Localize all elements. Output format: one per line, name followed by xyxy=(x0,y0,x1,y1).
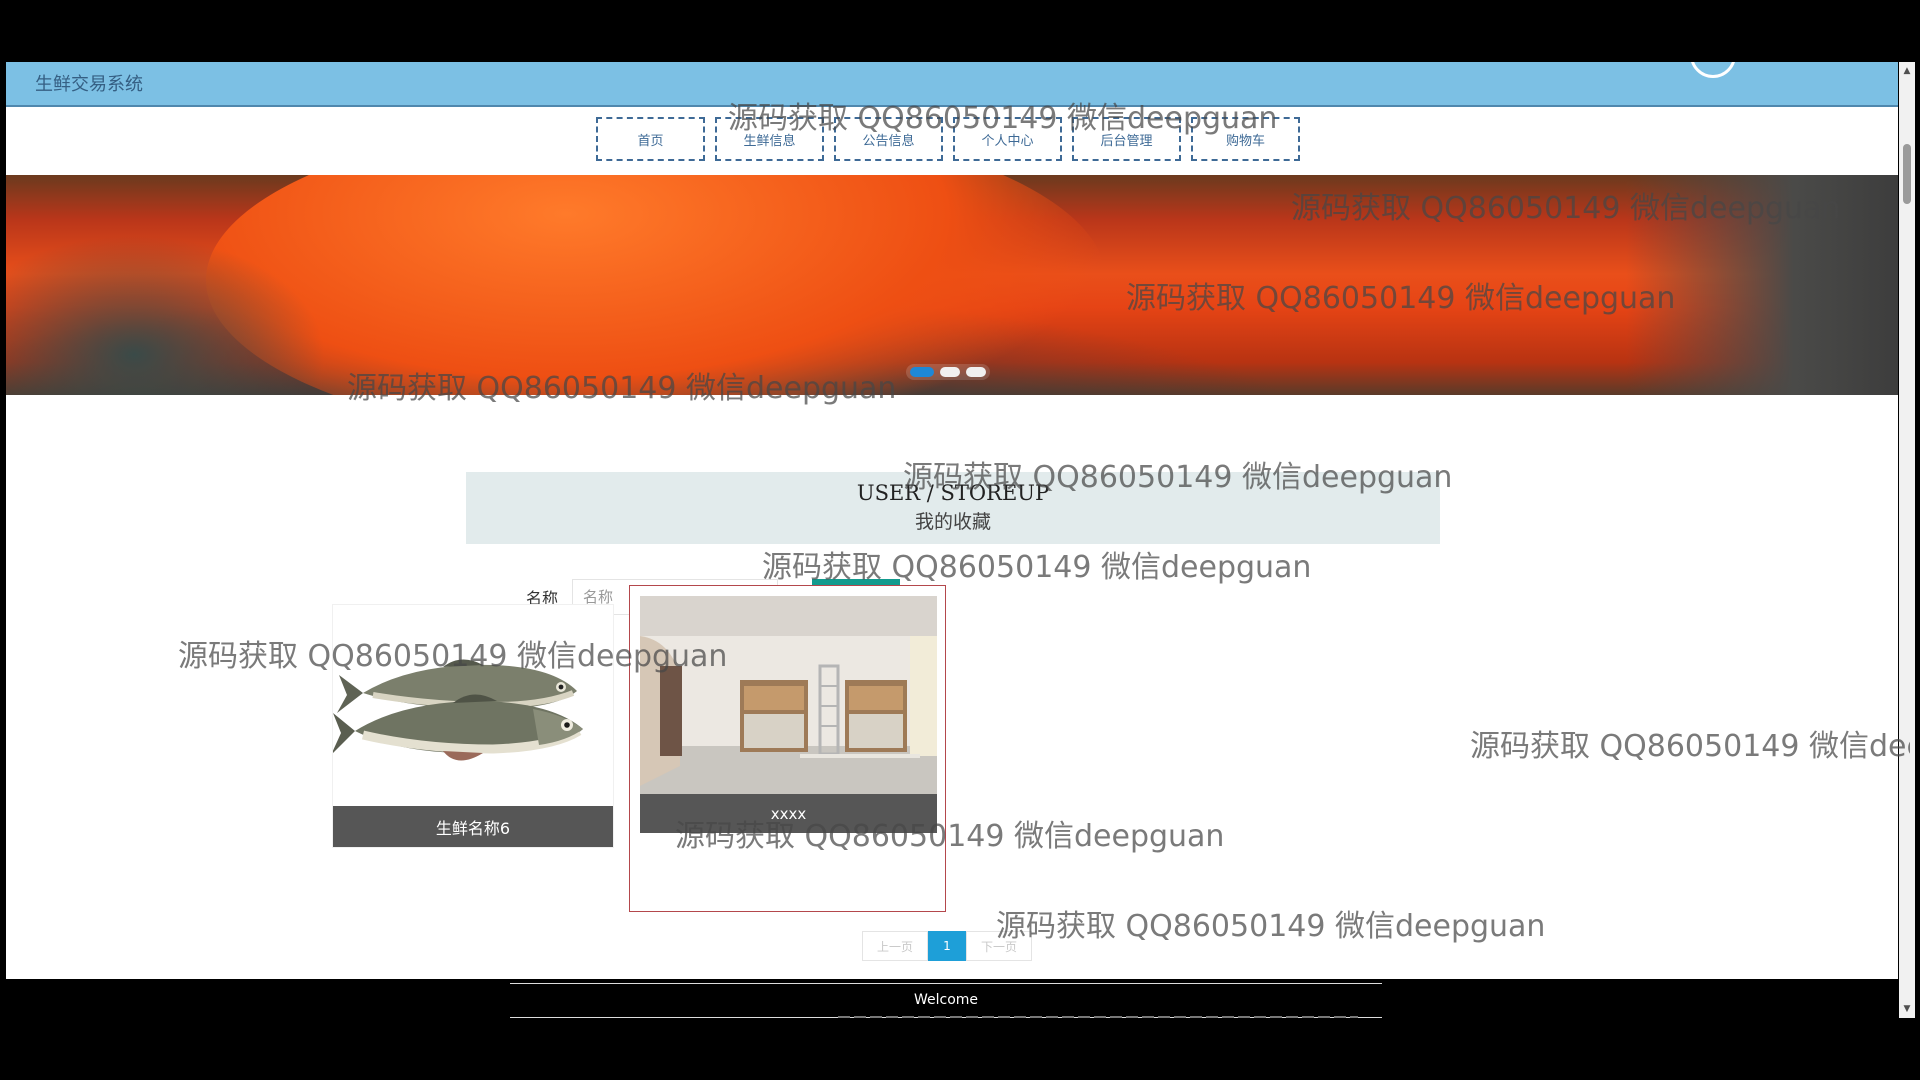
banner-shadow xyxy=(6,235,326,395)
section-title-en: USER / STOREUP xyxy=(856,481,1050,505)
vertical-scrollbar[interactable]: ▲ ▼ xyxy=(1899,62,1915,1018)
screen: { "app": { "title": "生鲜交易系统" }, "nav": {… xyxy=(0,0,1920,1080)
page-number-current[interactable]: 1 xyxy=(928,931,966,961)
nav-item-home[interactable]: 首页 xyxy=(596,117,705,161)
scroll-thumb[interactable] xyxy=(1903,144,1911,204)
banner-shadow xyxy=(1626,175,1898,395)
browser-viewport: 生鲜交易系统 首页 生鲜信息 公告信息 个人中心 后台管理 购物车 USER /… xyxy=(6,62,1898,979)
banner-image-goldfish xyxy=(206,175,1106,395)
banner-carousel[interactable] xyxy=(6,175,1898,395)
nav-item-admin[interactable]: 后台管理 xyxy=(1072,117,1181,161)
scroll-up-icon[interactable]: ▲ xyxy=(1902,66,1912,76)
carousel-dot[interactable] xyxy=(910,367,934,377)
carousel-dot[interactable] xyxy=(940,367,960,377)
footer-divider xyxy=(838,1016,1358,1018)
avatar[interactable] xyxy=(1690,62,1736,78)
nav-item-fresh-info[interactable]: 生鲜信息 xyxy=(715,117,824,161)
prev-page-button[interactable]: 上一页 xyxy=(862,931,928,961)
nav-item-personal-center[interactable]: 个人中心 xyxy=(953,117,1062,161)
nav-item-announcements[interactable]: 公告信息 xyxy=(834,117,943,161)
carousel-dot[interactable] xyxy=(966,367,986,377)
pagination: 上一页 1 下一页 xyxy=(862,931,1032,961)
next-page-button[interactable]: 下一页 xyxy=(966,931,1032,961)
system-title: 生鲜交易系统 xyxy=(35,74,143,95)
scroll-down-icon[interactable]: ▼ xyxy=(1902,1004,1912,1014)
card-title: 生鲜名称6 xyxy=(333,806,613,847)
product-image-room xyxy=(640,596,937,794)
carousel-indicators xyxy=(906,364,990,380)
main-nav: 首页 生鲜信息 公告信息 个人中心 后台管理 购物车 xyxy=(596,117,1300,161)
favorite-card[interactable]: xxxx xyxy=(629,585,946,912)
header-bar: 生鲜交易系统 xyxy=(6,62,1898,107)
favorite-card[interactable]: 生鲜名称6 xyxy=(332,604,614,848)
product-image-fish xyxy=(333,605,613,805)
nav-item-cart[interactable]: 购物车 xyxy=(1191,117,1300,161)
footer: Welcome xyxy=(510,983,1382,1018)
footer-text: Welcome xyxy=(913,992,979,1008)
section-header: USER / STOREUP 我的收藏 xyxy=(466,472,1440,544)
section-title-cn: 我的收藏 xyxy=(914,511,991,533)
card-title: xxxx xyxy=(640,794,937,833)
